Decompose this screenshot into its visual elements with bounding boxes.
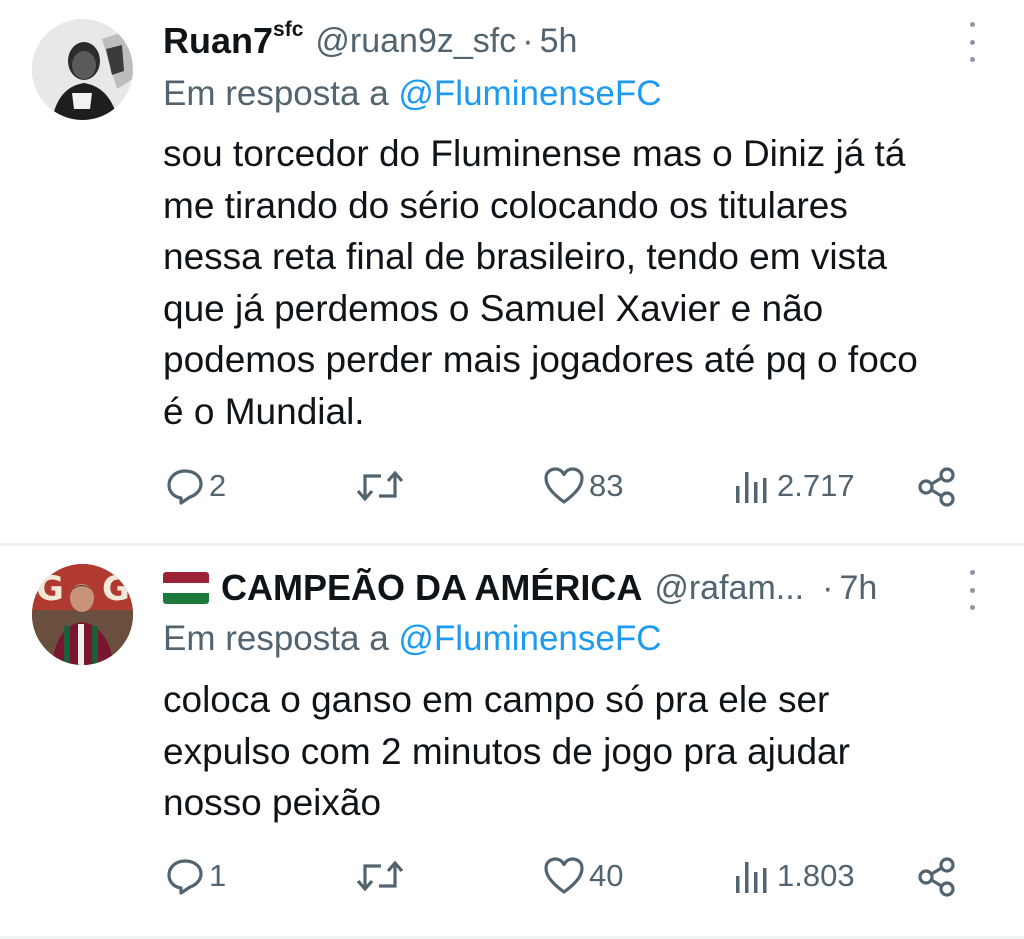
tweet-text-line: coloca o ganso em campo só pra ele ser xyxy=(163,679,830,720)
reply-count: 2 xyxy=(209,468,227,503)
avatar[interactable] xyxy=(32,19,133,120)
retweet-icon xyxy=(356,860,404,892)
reply-button[interactable]: 1 xyxy=(165,856,226,896)
reply-icon xyxy=(167,469,203,505)
views-button[interactable]: 2.717 xyxy=(733,466,855,506)
reply-mention[interactable]: @FluminenseFC xyxy=(398,74,661,113)
tweet-text-line: nosso peixão xyxy=(163,782,382,823)
separator-dot: · xyxy=(522,21,534,60)
like-icon xyxy=(544,467,584,504)
like-button[interactable]: 40 xyxy=(543,856,623,896)
like-icon xyxy=(544,857,584,894)
tweet-text: coloca o ganso em campo só pra ele ser e… xyxy=(163,674,1003,829)
display-name-suffix: sfc xyxy=(273,18,304,41)
reply-context: Em resposta a @FluminenseFC xyxy=(163,74,662,114)
tweet-text-line: podemos perder mais jogadores até pq o f… xyxy=(163,339,918,380)
reply-prefix: Em resposta a xyxy=(163,619,389,658)
display-name[interactable]: CAMPEÃO DA AMÉRICA xyxy=(221,567,642,609)
reply-context: Em resposta a @FluminenseFC xyxy=(163,619,662,659)
reply-icon xyxy=(167,859,203,895)
more-icon[interactable] xyxy=(962,570,982,610)
retweet-button[interactable] xyxy=(355,856,405,896)
action-bar: 1 40 1.803 xyxy=(0,856,1024,906)
views-count: 1.803 xyxy=(777,858,855,893)
separator-dot: · xyxy=(822,568,834,607)
share-icon xyxy=(918,857,955,897)
timestamp[interactable]: 7h xyxy=(839,569,877,608)
handle[interactable]: @ruan9z_sfc xyxy=(315,22,516,61)
share-button[interactable] xyxy=(916,856,958,898)
share-icon xyxy=(918,467,955,507)
tweet[interactable]: G G CAMPEÃO DA AMÉRICA @rafam... · 7h Em… xyxy=(0,546,1024,937)
reply-button[interactable]: 2 xyxy=(165,466,226,506)
reply-mention[interactable]: @FluminenseFC xyxy=(398,619,661,658)
views-icon xyxy=(736,472,767,503)
tweet-text: sou torcedor do Fluminense mas o Diniz j… xyxy=(163,128,1003,437)
share-button[interactable] xyxy=(916,466,958,508)
handle[interactable]: @rafam... xyxy=(654,569,804,608)
tweet-text-line: me tirando do sério colocando os titular… xyxy=(163,184,848,226)
views-icon xyxy=(736,862,767,893)
avatar[interactable]: G G xyxy=(32,564,133,665)
tweet-text-line: que já perdemos o Samuel Xavier e não xyxy=(163,287,824,329)
reply-count: 1 xyxy=(209,858,227,893)
views-button[interactable]: 1.803 xyxy=(733,856,855,896)
retweet-icon xyxy=(356,470,404,502)
retweet-button[interactable] xyxy=(355,466,405,506)
views-count: 2.717 xyxy=(777,468,855,503)
timestamp[interactable]: 5h xyxy=(540,22,578,61)
tweet-text-line: nessa reta final de brasileiro, tendo em… xyxy=(163,236,887,277)
tweet-text-line: é o Mundial. xyxy=(163,390,365,432)
display-name[interactable]: Ruan7sfc xyxy=(163,18,304,62)
like-button[interactable]: 83 xyxy=(543,466,623,506)
flag-icon xyxy=(163,572,209,604)
tweet-text-line: expulso com 2 minutos de jogo pra ajudar xyxy=(163,730,850,772)
like-count: 83 xyxy=(589,468,624,503)
like-count: 40 xyxy=(589,858,624,893)
tweet-text-line: sou torcedor do Fluminense mas o Diniz j… xyxy=(163,133,906,174)
svg-text:G: G xyxy=(102,569,130,609)
more-icon[interactable] xyxy=(962,22,982,62)
reply-prefix: Em resposta a xyxy=(163,74,389,113)
tweet[interactable]: Ruan7sfc @ruan9z_sfc · 5h Em resposta a … xyxy=(0,0,1024,543)
action-bar: 2 83 2.717 xyxy=(0,466,1024,516)
svg-text:G: G xyxy=(36,569,64,609)
